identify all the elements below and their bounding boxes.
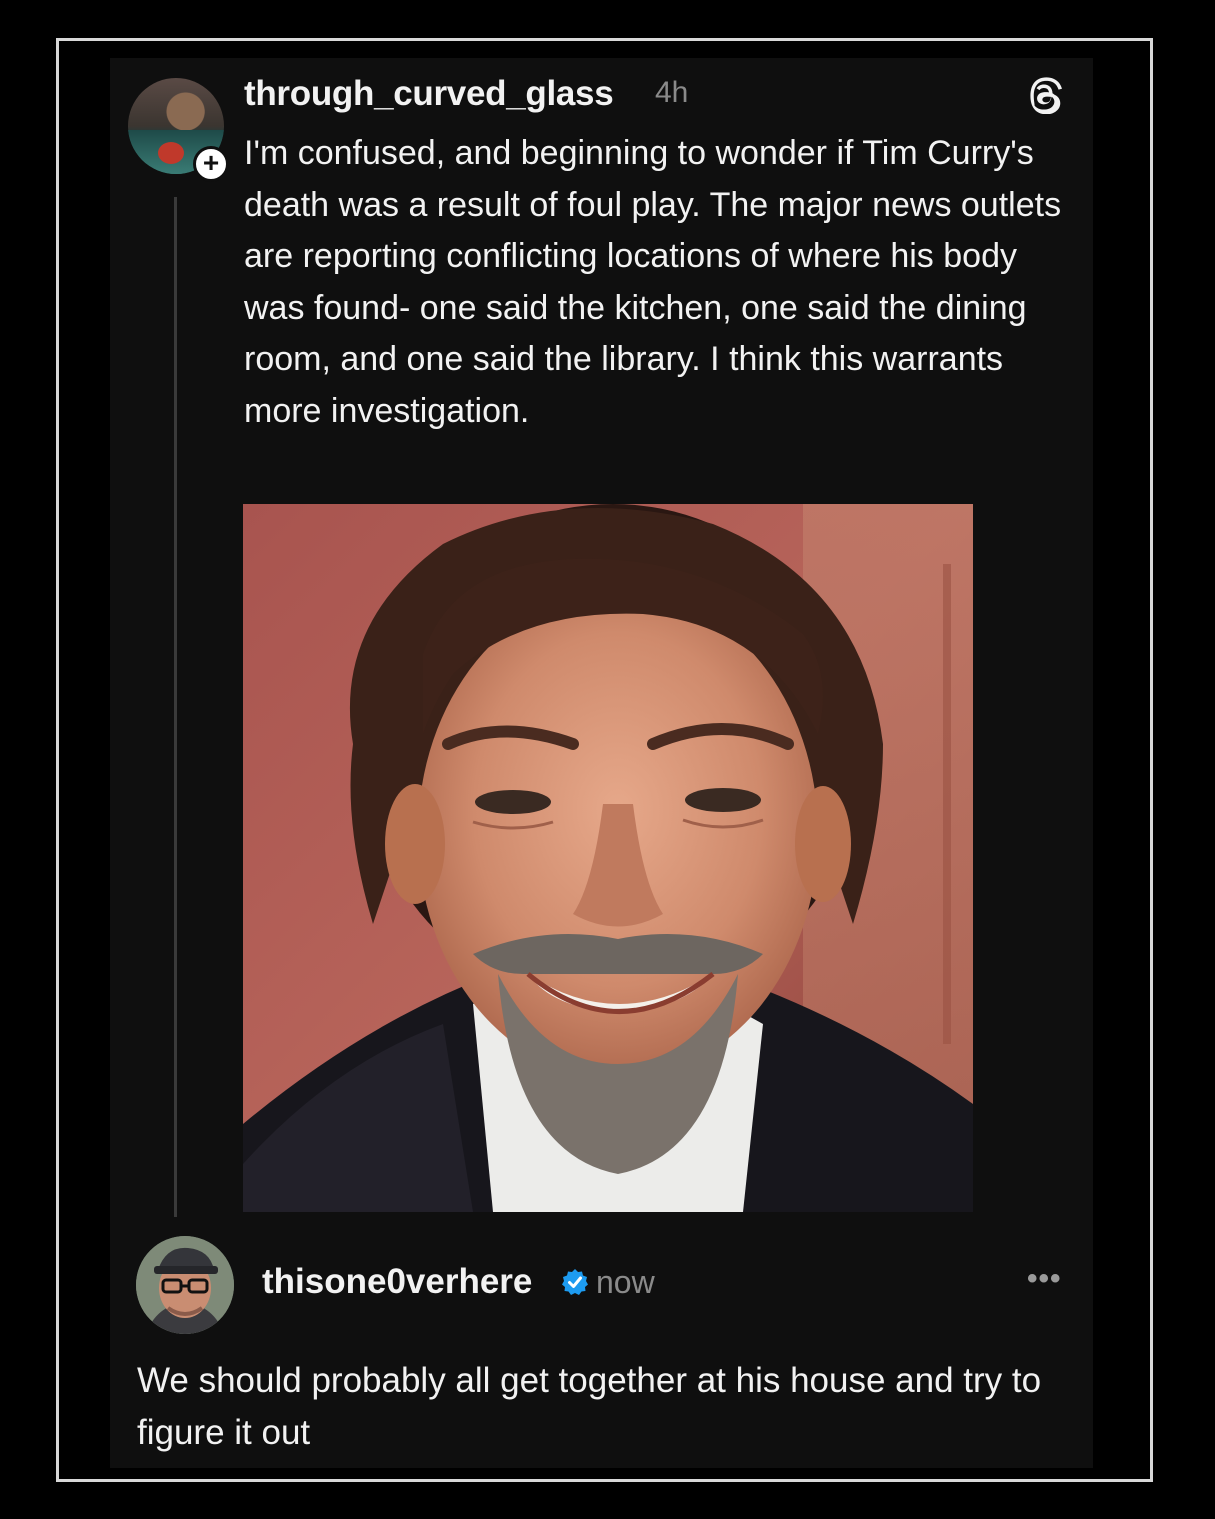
reply-timestamp: now (596, 1264, 655, 1300)
reply-avatar-portrait (136, 1236, 234, 1334)
reply-author-username[interactable]: thisone0verhere (262, 1262, 532, 1302)
post-body-text: I'm confused, and beginning to wonder if… (244, 134, 1062, 430)
post-photo-portrait[interactable] (243, 504, 973, 1212)
portrait-illustration (243, 504, 973, 1212)
verified-badge-icon (562, 1269, 588, 1295)
thread-connector-line (174, 197, 177, 1217)
post-timestamp: 4h (655, 76, 689, 109)
reply-body-text: We should probably all get together at h… (137, 1361, 1042, 1452)
follow-plus-button[interactable]: + (193, 146, 229, 182)
threads-logo-icon[interactable] (1027, 76, 1065, 114)
post-author-username[interactable]: through_curved_glass (244, 74, 614, 114)
reply-author-avatar[interactable] (136, 1236, 234, 1334)
avatar-detail (158, 142, 184, 164)
more-options-button[interactable]: ••• (1027, 1262, 1062, 1296)
